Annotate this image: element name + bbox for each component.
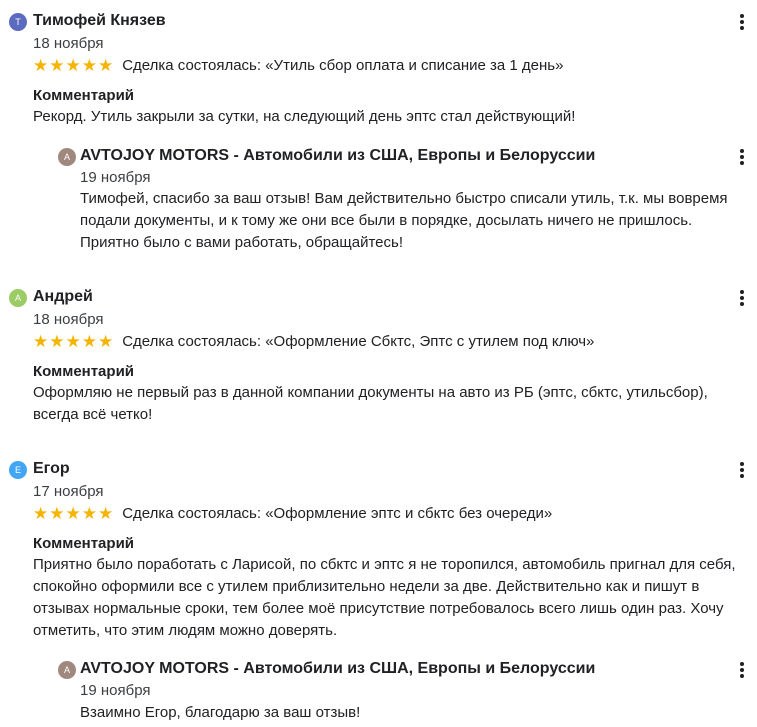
more-vert-icon[interactable] [732,660,752,680]
more-vert-icon[interactable] [732,460,752,480]
review-author[interactable]: Андрей [33,287,93,307]
comment-text: Оформляю не первый раз в данной компании… [33,384,708,423]
avatar[interactable]: A [58,661,76,679]
more-vert-icon[interactable] [732,147,752,167]
comment-title: Комментарий [33,87,135,104]
avatar[interactable]: А [9,289,27,307]
review-deal: ★★★★★ Сделка состоялась: «Оформление Сбкт… [33,332,594,352]
review-author[interactable]: Тимофей Князев [33,11,166,31]
reply-text: Тимофей, спасибо за ваш отзыв! Вам дейст… [80,190,728,251]
more-vert-icon[interactable] [732,12,752,32]
deal-text: Сделка состоялась: «Оформление эптс и сб… [122,505,553,522]
comment-title: Комментарий [33,363,135,380]
reply-author[interactable]: AVTOJOY MOTORS - Автомобили из США, Евро… [80,659,595,679]
avatar[interactable]: Т [9,13,27,31]
review-deal: ★★★★★ Сделка состоялась: «Утиль сбор опла… [33,56,563,76]
deal-text: Сделка состоялась: «Утиль сбор оплата и … [122,57,564,74]
comment-title: Комментарий [33,535,135,552]
star-rating: ★★★★★ [33,332,115,351]
review-author[interactable]: Егор [33,459,70,479]
review-date: 18 ноября [33,311,104,328]
reply-date: 19 ноября [80,169,151,186]
more-vert-icon[interactable] [732,288,752,308]
star-rating: ★★★★★ [33,504,115,523]
review-deal: ★★★★★ Сделка состоялась: «Оформление эптс… [33,504,552,524]
reply-text: Взаимно Егор, благодарю за ваш отзыв! [80,704,361,721]
review-date: 17 ноября [33,483,104,500]
reply-date: 19 ноября [80,682,151,699]
star-rating: ★★★★★ [33,56,115,75]
avatar[interactable]: A [58,148,76,166]
review-date: 18 ноября [33,35,104,52]
deal-text: Сделка состоялась: «Оформление Сбктс, Эп… [122,333,595,350]
comment-text: Рекорд. Утиль закрыли за сутки, на следу… [33,108,576,125]
comment-text: Приятно было поработать с Ларисой, по сб… [33,556,736,639]
reply-author[interactable]: AVTOJOY MOTORS - Автомобили из США, Евро… [80,146,595,166]
avatar[interactable]: Е [9,461,27,479]
